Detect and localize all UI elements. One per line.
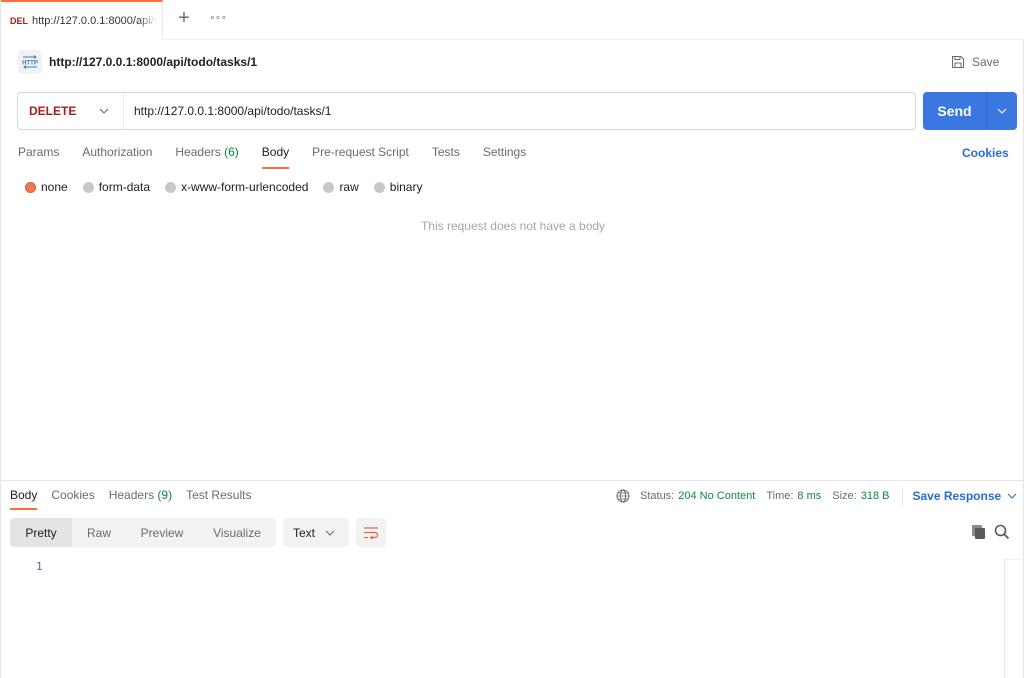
url-input[interactable] — [124, 93, 915, 129]
more-tabs-button[interactable]: ∘∘∘ — [208, 12, 228, 26]
chevron-down-icon — [325, 530, 335, 536]
radio-x-www-form-urlencoded[interactable]: x-www-form-urlencoded — [165, 180, 308, 194]
save-response-label: Save Response — [912, 489, 1002, 503]
tab-label: Pre-request Script — [312, 145, 409, 159]
size-label: Size: — [832, 490, 857, 502]
radio-binary[interactable]: binary — [373, 180, 423, 194]
view-raw[interactable]: Raw — [72, 518, 126, 547]
svg-text:HTTP: HTTP — [22, 61, 38, 67]
request-tab[interactable]: DEL http://127.0.0.1:8000/api/todo/tasks… — [1, 0, 163, 40]
request-name[interactable]: http://127.0.0.1:8000/api/todo/tasks/1 — [49, 55, 257, 69]
plus-icon: + — [178, 7, 190, 29]
radio-raw[interactable]: raw — [323, 180, 359, 194]
radio-none[interactable]: none — [25, 180, 68, 194]
radio-dot — [373, 181, 385, 193]
tab-label: Settings — [482, 145, 527, 159]
editor-scrollbar[interactable] — [1004, 559, 1022, 678]
line-number: 1 — [36, 560, 43, 573]
tab-strip: DEL http://127.0.0.1:8000/api/todo/tasks… — [1, 0, 1024, 40]
save-label: Save — [972, 55, 1000, 69]
tab-label: Tests — [431, 145, 460, 159]
chevron-down-icon — [1007, 493, 1017, 499]
response-headers-count: (9) — [157, 488, 173, 502]
request-tabs: Params Authorization Headers (6) Body Pr… — [18, 143, 549, 169]
view-preview[interactable]: Preview — [126, 518, 198, 547]
size-value[interactable]: 318 B — [861, 490, 890, 502]
tab-title: http://127.0.0.1:8000/api/todo/tasks/1 — [32, 15, 157, 27]
http-request-icon: HTTP — [18, 50, 42, 74]
tab-label: Body — [10, 488, 38, 502]
search-icon — [994, 524, 1010, 540]
radio-dot — [25, 181, 36, 193]
status-label: Status: — [640, 490, 675, 502]
copy-icon — [972, 525, 985, 539]
radio-label: form-data — [98, 180, 151, 194]
view-visualize[interactable]: Visualize — [198, 518, 276, 547]
response-tab-test-results[interactable]: Test Results — [186, 486, 251, 510]
response-tabs: Body Cookies Headers (9) Test Results — [10, 486, 265, 510]
divider — [902, 487, 904, 505]
send-button[interactable]: Send — [923, 92, 987, 130]
chevron-down-icon — [997, 108, 1007, 114]
app-window: DEL http://127.0.0.1:8000/api/todo/tasks… — [0, 0, 1024, 678]
radio-label: none — [41, 180, 68, 194]
time-label: Time: — [766, 490, 794, 502]
tab-body[interactable]: Body — [261, 143, 290, 169]
response-tab-cookies[interactable]: Cookies — [51, 486, 94, 510]
chevron-down-icon — [99, 108, 109, 114]
tab-settings[interactable]: Settings — [483, 143, 526, 169]
empty-body-message: This request does not have a body — [420, 219, 606, 233]
tab-label: Cookies — [51, 488, 95, 502]
search-button[interactable] — [994, 524, 1010, 540]
radio-dot — [323, 181, 335, 193]
wrap-lines-button[interactable] — [356, 518, 386, 547]
response-tab-body[interactable]: Body — [10, 486, 38, 510]
tab-method-badge: DEL — [10, 16, 28, 26]
response-tab-headers[interactable]: Headers (9) — [109, 486, 172, 510]
send-options-button[interactable] — [987, 92, 1017, 130]
tab-label: Headers — [108, 488, 155, 502]
copy-button[interactable] — [971, 524, 987, 540]
radio-label: raw — [339, 180, 359, 194]
method-select[interactable]: DELETE — [18, 93, 124, 129]
tab-tests[interactable]: Tests — [432, 143, 460, 169]
radio-form-data[interactable]: form-data — [82, 180, 151, 194]
tab-authorization[interactable]: Authorization — [82, 143, 152, 169]
radio-dot — [82, 181, 94, 193]
wrap-lines-icon — [364, 526, 379, 540]
tab-params[interactable]: Params — [18, 143, 59, 169]
save-response-button[interactable]: Save Response — [912, 489, 1017, 503]
tab-label: Params — [18, 145, 60, 159]
tab-headers[interactable]: Headers (6) — [175, 143, 238, 169]
url-bar: DELETE — [17, 92, 916, 130]
view-mode-segmented-control: Pretty Raw Preview Visualize — [10, 518, 276, 547]
new-tab-button[interactable]: + — [173, 8, 195, 30]
radio-label: binary — [389, 180, 423, 194]
format-select[interactable]: Text — [283, 518, 349, 547]
more-icon: ∘∘∘ — [209, 12, 227, 22]
save-icon — [952, 56, 964, 68]
radio-dot — [165, 181, 177, 193]
body-type-options: none form-data x-www-form-urlencoded raw… — [25, 180, 437, 194]
tab-label: Authorization — [82, 145, 153, 159]
radio-label: x-www-form-urlencoded — [181, 180, 309, 194]
time-value[interactable]: 8 ms — [797, 490, 821, 502]
globe-icon[interactable] — [616, 489, 630, 503]
view-pretty[interactable]: Pretty — [10, 518, 72, 547]
tab-pre-request-script[interactable]: Pre-request Script — [312, 143, 409, 169]
save-button[interactable]: Save — [951, 52, 999, 72]
tab-label: Body — [261, 145, 290, 159]
method-value: DELETE — [29, 104, 77, 118]
format-value: Text — [293, 525, 316, 540]
response-body-editor[interactable]: 1 — [10, 556, 1004, 678]
tab-label: Test Results — [186, 488, 252, 502]
headers-count: (6) — [224, 145, 239, 159]
pane-divider[interactable] — [1, 480, 1024, 481]
tab-label: Headers — [175, 145, 221, 159]
send-button-group: Send — [923, 92, 1017, 130]
status-value[interactable]: 204 No Content — [678, 490, 755, 502]
response-meta: Status: 204 No Content Time: 8 ms Size: … — [616, 487, 1017, 505]
cookies-link[interactable]: Cookies — [962, 146, 1009, 160]
